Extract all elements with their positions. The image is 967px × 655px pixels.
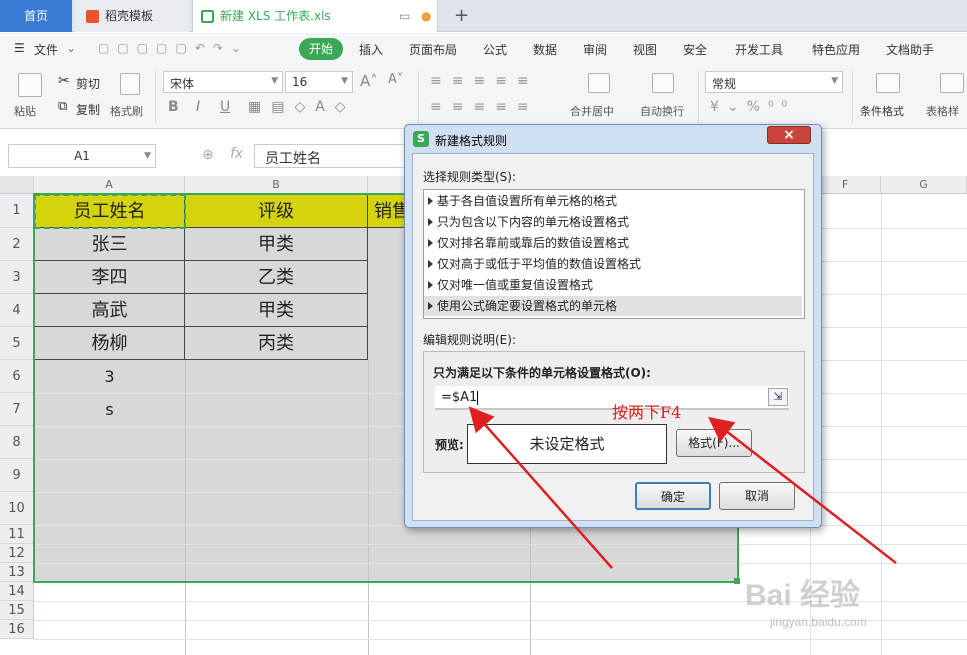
annotation-arrows: [468, 406, 897, 569]
watermark-url: jingyan.baidu.com: [770, 615, 867, 629]
arrow-to-formula: [468, 406, 613, 569]
watermark-brand: Bai 经验: [745, 579, 861, 612]
arrow-to-format: [708, 416, 897, 564]
